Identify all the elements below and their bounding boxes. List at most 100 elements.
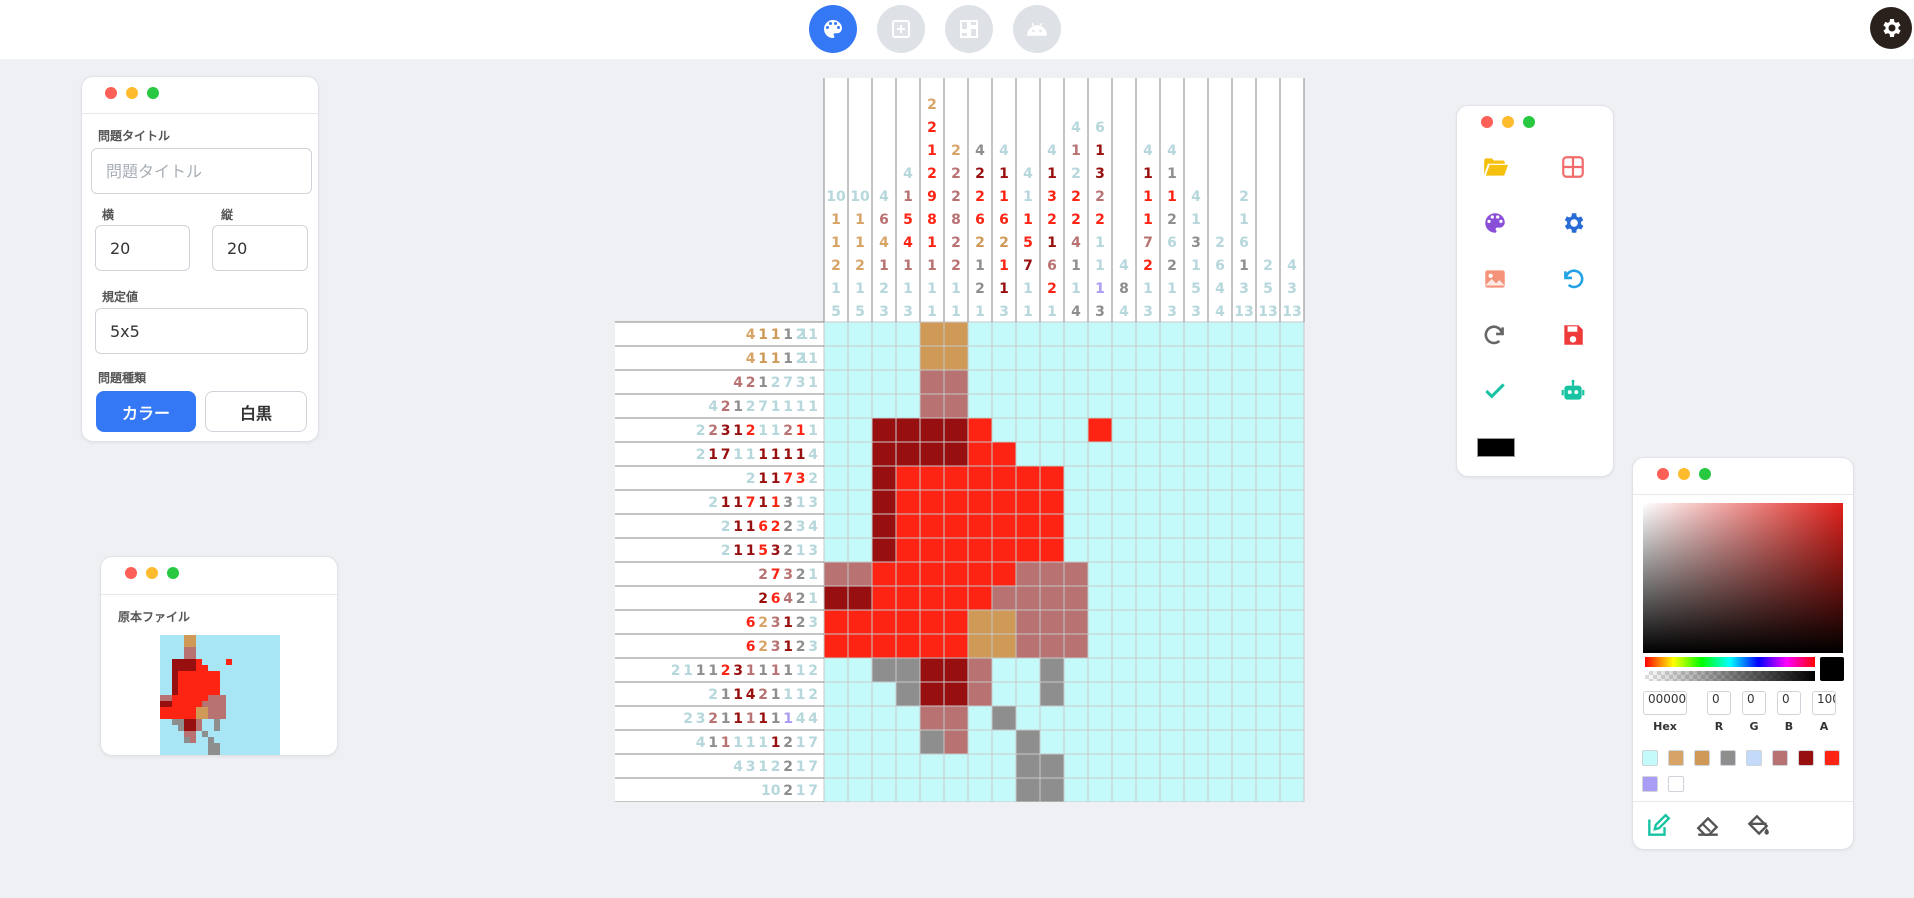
- grid-cell[interactable]: [847, 345, 873, 371]
- grid-cell[interactable]: [967, 489, 993, 515]
- grid-cell[interactable]: [1063, 729, 1089, 755]
- grid-cell[interactable]: [1207, 729, 1233, 755]
- grid-cell[interactable]: [967, 561, 993, 587]
- grid-cell[interactable]: [895, 753, 921, 779]
- grid-cell[interactable]: [919, 513, 945, 539]
- grid-cell[interactable]: [1135, 537, 1161, 563]
- grid-cell[interactable]: [1063, 489, 1089, 515]
- grid-cell[interactable]: [1135, 585, 1161, 611]
- grid-cell[interactable]: [943, 321, 969, 347]
- grid-cell[interactable]: [895, 681, 921, 707]
- grid-cell[interactable]: [871, 753, 897, 779]
- grid-cell[interactable]: [823, 393, 849, 419]
- grid-cell[interactable]: [1255, 489, 1281, 515]
- grid-cell[interactable]: [1279, 513, 1305, 539]
- grid-cell[interactable]: [1279, 753, 1305, 779]
- grid-cell[interactable]: [943, 705, 969, 731]
- grid-cell[interactable]: [1135, 633, 1161, 659]
- grid-cell[interactable]: [1111, 537, 1137, 563]
- grid-cell[interactable]: [1039, 393, 1065, 419]
- minimize-dot[interactable]: [1678, 468, 1690, 480]
- grid-cell[interactable]: [871, 417, 897, 443]
- image-button[interactable]: [1480, 264, 1510, 294]
- grid-cell[interactable]: [895, 345, 921, 371]
- grid-cell[interactable]: [1015, 609, 1041, 635]
- grid-cell[interactable]: [943, 585, 969, 611]
- current-color-swatch[interactable]: [1477, 438, 1515, 457]
- grid-cell[interactable]: [1063, 609, 1089, 635]
- grid-cell[interactable]: [919, 489, 945, 515]
- grid-cell[interactable]: [1279, 561, 1305, 587]
- grid-cell[interactable]: [1159, 609, 1185, 635]
- grid-cell[interactable]: [1255, 441, 1281, 467]
- grid-cell[interactable]: [1231, 393, 1257, 419]
- grid-cell[interactable]: [847, 417, 873, 443]
- grid-cell[interactable]: [1015, 441, 1041, 467]
- grid-cell[interactable]: [1207, 393, 1233, 419]
- tiles-mode-button[interactable]: [945, 5, 993, 53]
- grid-cell[interactable]: [1111, 753, 1137, 779]
- close-dot[interactable]: [1657, 468, 1669, 480]
- palette-swatch[interactable]: [1746, 750, 1762, 766]
- color-type-button[interactable]: カラー: [96, 391, 196, 432]
- grid-cell[interactable]: [1135, 465, 1161, 491]
- grid-cell[interactable]: [1087, 777, 1113, 802]
- grid-cell[interactable]: [1231, 753, 1257, 779]
- grid-cell[interactable]: [1135, 417, 1161, 443]
- grid-cell[interactable]: [1231, 321, 1257, 347]
- grid-cell[interactable]: [943, 441, 969, 467]
- grid-cell[interactable]: [1279, 321, 1305, 347]
- grid-cell[interactable]: [1183, 681, 1209, 707]
- robot-button[interactable]: [1558, 376, 1588, 406]
- grid-cell[interactable]: [1207, 681, 1233, 707]
- grid-cell[interactable]: [1039, 321, 1065, 347]
- grid-cell[interactable]: [967, 321, 993, 347]
- grid-cell[interactable]: [1063, 681, 1089, 707]
- grid-cell[interactable]: [991, 417, 1017, 443]
- grid-cell[interactable]: [1279, 393, 1305, 419]
- grid-cell[interactable]: [1135, 369, 1161, 395]
- grid-cell[interactable]: [1255, 345, 1281, 371]
- puzzle-board[interactable]: 1011215101121546412341541132212981111222…: [615, 78, 1305, 802]
- android-mode-button[interactable]: [1013, 5, 1061, 53]
- grid-cell[interactable]: [847, 537, 873, 563]
- grid-cell[interactable]: [1279, 345, 1305, 371]
- saturation-area[interactable]: [1643, 503, 1843, 653]
- grid-cell[interactable]: [1063, 321, 1089, 347]
- grid-cell[interactable]: [847, 753, 873, 779]
- grid-cell[interactable]: [1207, 321, 1233, 347]
- grid-cell[interactable]: [1207, 585, 1233, 611]
- grid-cell[interactable]: [871, 777, 897, 802]
- grid-cell[interactable]: [1183, 369, 1209, 395]
- grid-cell[interactable]: [1087, 705, 1113, 731]
- grid-cell[interactable]: [991, 489, 1017, 515]
- grid-cell[interactable]: [847, 441, 873, 467]
- grid-cell[interactable]: [1159, 753, 1185, 779]
- grid-cell[interactable]: [1015, 681, 1041, 707]
- grid-cell[interactable]: [967, 705, 993, 731]
- grid-cell[interactable]: [919, 609, 945, 635]
- grid-cell[interactable]: [871, 513, 897, 539]
- grid-cell[interactable]: [943, 729, 969, 755]
- grid-cell[interactable]: [1231, 681, 1257, 707]
- grid-cell[interactable]: [991, 777, 1017, 802]
- grid-cell[interactable]: [1231, 369, 1257, 395]
- grid-cell[interactable]: [967, 585, 993, 611]
- palette-swatch[interactable]: [1824, 750, 1840, 766]
- grid-cell[interactable]: [1111, 561, 1137, 587]
- grid-cell[interactable]: [871, 369, 897, 395]
- grid-cell[interactable]: [967, 465, 993, 491]
- grid-cell[interactable]: [1207, 537, 1233, 563]
- close-dot[interactable]: [1481, 116, 1493, 128]
- grid-cell[interactable]: [943, 369, 969, 395]
- grid-cell[interactable]: [823, 657, 849, 683]
- grid-cell[interactable]: [967, 753, 993, 779]
- grid-cell[interactable]: [1063, 753, 1089, 779]
- grid-cell[interactable]: [847, 561, 873, 587]
- grid-cell[interactable]: [967, 633, 993, 659]
- grid-cell[interactable]: [1063, 513, 1089, 539]
- grid-cell[interactable]: [1255, 657, 1281, 683]
- grid-mode-button[interactable]: [877, 5, 925, 53]
- grid-cell[interactable]: [1207, 657, 1233, 683]
- grid-cell[interactable]: [967, 417, 993, 443]
